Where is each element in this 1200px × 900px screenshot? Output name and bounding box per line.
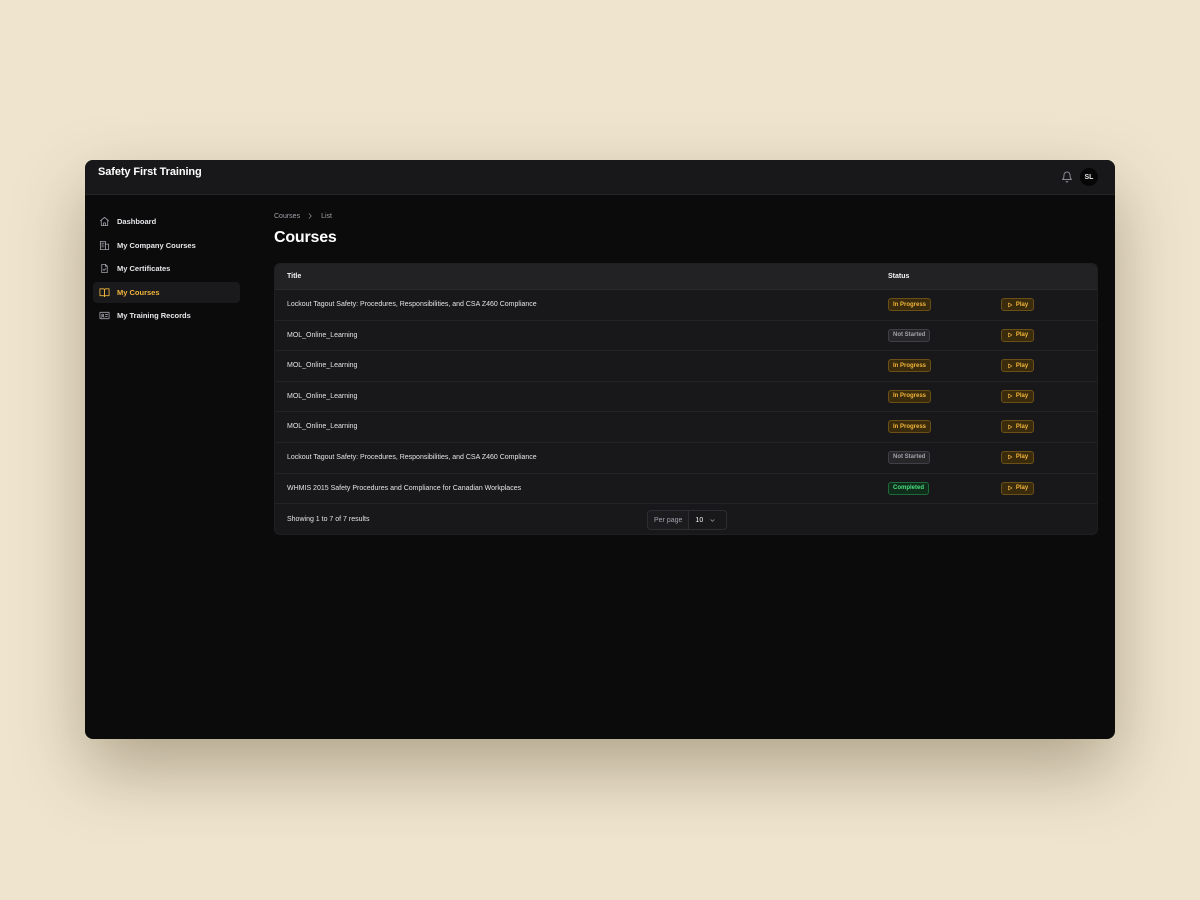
book-open-icon <box>99 288 110 297</box>
status-badge: In Progress <box>888 359 932 373</box>
courses-table: Title Status Lockout Tagout Safety: Proc… <box>274 263 1098 535</box>
bell-icon[interactable] <box>1061 171 1073 183</box>
sidebar-item-my-company-courses[interactable]: My Company Courses <box>93 235 240 256</box>
table-footer: Showing 1 to 7 of 7 results Per page 10 <box>275 504 1097 534</box>
table-row[interactable]: MOL_Online_Learning Not Started Play <box>275 321 1097 352</box>
status-badge: Completed <box>888 481 930 495</box>
sidebar-item-dashboard[interactable]: Dashboard <box>93 211 240 232</box>
play-label: Play <box>1015 423 1029 430</box>
play-button[interactable]: Play <box>1001 481 1034 495</box>
status-badge: In Progress <box>888 420 932 434</box>
chevron-down-icon <box>710 518 715 522</box>
course-title: WHMIS 2015 Safety Procedures and Complia… <box>287 484 522 492</box>
play-button[interactable]: Play <box>1001 359 1034 373</box>
play-button[interactable]: Play <box>1001 389 1034 403</box>
breadcrumb-courses[interactable]: Courses <box>274 213 300 220</box>
status-badge: Not Started <box>888 450 931 464</box>
sidebar: Dashboard My Company Courses My Certific… <box>93 211 240 329</box>
play-button[interactable]: Play <box>1001 420 1034 434</box>
course-title: Lockout Tagout Safety: Procedures, Respo… <box>287 453 537 461</box>
sidebar-item-my-courses[interactable]: My Courses <box>93 281 240 303</box>
id-card-icon <box>99 312 110 320</box>
chevron-right-icon <box>308 213 312 219</box>
brand-title[interactable]: Safety First Training <box>98 166 202 178</box>
sidebar-item-label: My Company Courses <box>117 240 196 250</box>
play-button[interactable]: Play <box>1001 298 1034 311</box>
user-avatar[interactable]: SL <box>1080 168 1098 186</box>
play-label: Play <box>1015 454 1029 461</box>
play-button[interactable]: Play <box>1001 450 1034 464</box>
course-title: MOL_Online_Learning <box>287 331 358 339</box>
top-bar: Safety First Training SL <box>85 160 1115 195</box>
status-badge: In Progress <box>888 389 932 403</box>
play-icon <box>1008 363 1013 369</box>
table-row[interactable]: MOL_Online_Learning In Progress Play <box>275 412 1097 443</box>
table-row[interactable]: Lockout Tagout Safety: Procedures, Respo… <box>275 443 1097 474</box>
breadcrumb: Courses List <box>274 211 1098 221</box>
sidebar-item-my-certificates[interactable]: My Certificates <box>93 258 240 279</box>
table-row[interactable]: WHMIS 2015 Safety Procedures and Complia… <box>275 474 1097 505</box>
main-content: Courses List Courses Title Status Lockou… <box>274 211 1098 535</box>
table-body: Lockout Tagout Safety: Procedures, Respo… <box>275 290 1097 505</box>
per-page-select[interactable]: 10 <box>689 511 726 529</box>
results-summary: Showing 1 to 7 of 7 results <box>287 516 370 524</box>
play-icon <box>1008 393 1013 399</box>
play-icon <box>1008 332 1013 338</box>
status-badge: Not Started <box>888 328 931 342</box>
status-badge: In Progress <box>888 298 932 311</box>
table-header: Title Status <box>275 264 1097 290</box>
course-title: MOL_Online_Learning <box>287 392 358 400</box>
per-page-control: Per page 10 <box>647 510 727 531</box>
table-row[interactable]: MOL_Online_Learning In Progress Play <box>275 382 1097 413</box>
play-icon <box>1008 455 1013 460</box>
play-label: Play <box>1015 485 1029 492</box>
per-page-label: Per page <box>648 511 690 530</box>
table-row[interactable]: MOL_Online_Learning In Progress Play <box>275 351 1097 382</box>
course-title: MOL_Online_Learning <box>287 423 358 431</box>
breadcrumb-list: List <box>321 212 332 220</box>
sidebar-item-label: Dashboard <box>117 217 157 226</box>
play-button[interactable]: Play <box>1001 328 1034 342</box>
play-label: Play <box>1015 393 1029 400</box>
sidebar-item-label: My Training Records <box>117 311 191 321</box>
course-title: Lockout Tagout Safety: Procedures, Respo… <box>287 301 537 308</box>
sidebar-item-label: My Certificates <box>117 264 171 274</box>
sidebar-item-my-training-records[interactable]: My Training Records <box>93 305 240 326</box>
certificate-file-icon <box>101 264 108 274</box>
play-icon <box>1008 302 1013 307</box>
course-title: MOL_Online_Learning <box>287 362 358 370</box>
sidebar-item-label: My Courses <box>117 287 160 297</box>
home-icon <box>99 216 110 227</box>
play-label: Play <box>1015 332 1029 339</box>
play-label: Play <box>1015 301 1029 308</box>
building-icon <box>99 240 110 250</box>
table-row[interactable]: Lockout Tagout Safety: Procedures, Respo… <box>275 290 1097 321</box>
column-header-title[interactable]: Title <box>287 273 301 280</box>
column-header-status[interactable]: Status <box>888 273 909 280</box>
page-title: Courses <box>274 229 337 246</box>
app-window: Safety First Training SL Dashboard My Co… <box>85 160 1115 739</box>
play-icon <box>1008 424 1013 430</box>
play-icon <box>1008 485 1013 491</box>
per-page-value: 10 <box>695 516 704 524</box>
play-label: Play <box>1015 362 1029 369</box>
